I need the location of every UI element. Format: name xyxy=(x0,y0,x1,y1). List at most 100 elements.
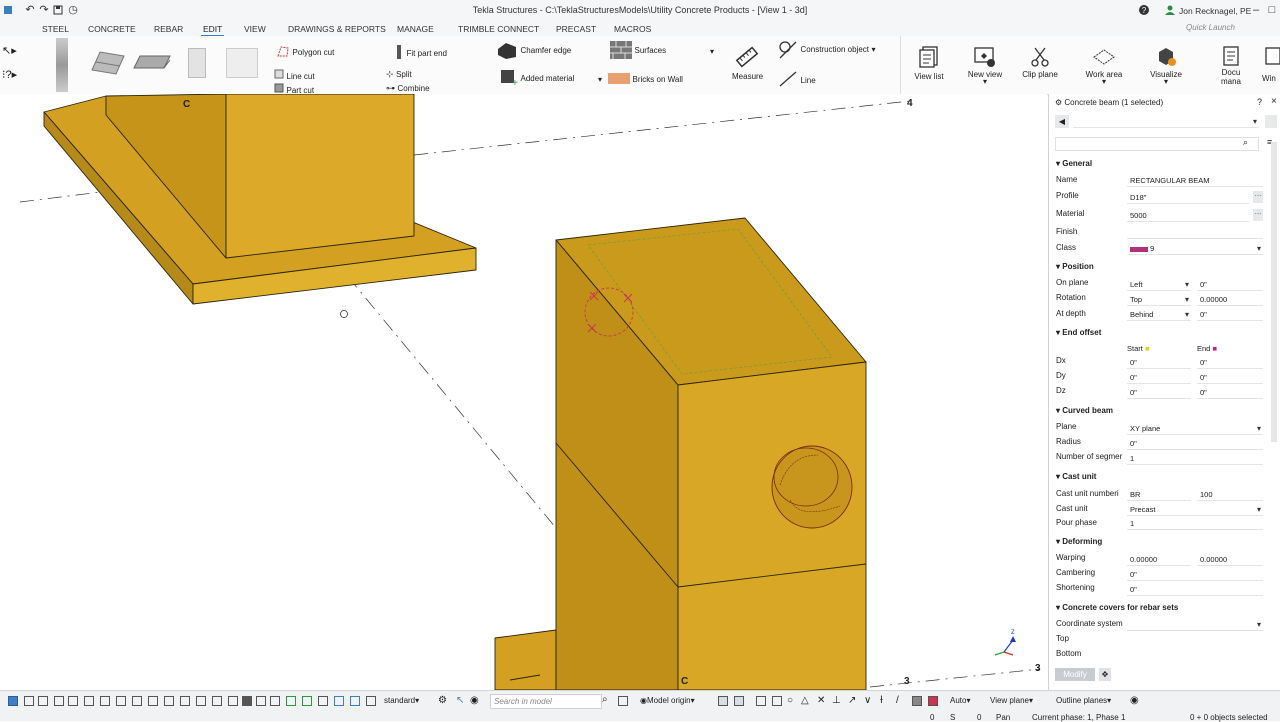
select-bolts-icon[interactable] xyxy=(148,696,158,706)
minimize-icon[interactable]: – xyxy=(1250,4,1262,16)
concrete-footing-part[interactable] xyxy=(43,94,477,305)
warping-end-field[interactable]: 0.00000 xyxy=(1197,554,1263,566)
select-components-icon[interactable] xyxy=(38,696,48,706)
section-general[interactable]: ▾ General xyxy=(1056,159,1092,168)
component-thumb-2-icon[interactable] xyxy=(132,50,172,74)
tab-concrete[interactable]: CONCRETE xyxy=(88,24,136,34)
model-origin-dropdown[interactable]: ◉Model origin▾ xyxy=(640,696,695,705)
panel-scrollbar[interactable] xyxy=(1271,142,1277,442)
select-construction-icon[interactable] xyxy=(228,696,238,706)
close-icon[interactable]: × xyxy=(1271,96,1277,107)
dz-end-field[interactable]: 0" xyxy=(1197,387,1263,399)
added-material-button[interactable]: + Added material xyxy=(500,69,574,89)
outline-planes-dropdown[interactable]: Outline planes▾ xyxy=(1056,696,1111,705)
on-plane-dropdown[interactable]: Left xyxy=(1127,279,1191,291)
zoom-selected-icon[interactable] xyxy=(618,696,628,706)
added-material-dropdown-icon[interactable]: ▾ xyxy=(598,75,602,84)
snap-record-icon[interactable] xyxy=(928,696,938,706)
snap-box-icon[interactable] xyxy=(756,696,766,706)
dy-start-field[interactable]: 0" xyxy=(1127,372,1191,384)
view-plane-icon[interactable] xyxy=(734,696,744,706)
select-all-icon[interactable] xyxy=(8,696,18,706)
pipe-sleeve-part[interactable] xyxy=(771,445,853,529)
new-view-button[interactable]: New view ▾ xyxy=(964,46,1006,86)
search-icon[interactable]: ⌕ xyxy=(602,694,608,705)
snap-endpoints-icon[interactable] xyxy=(318,696,328,706)
line-cut-button[interactable]: Line cut xyxy=(274,69,315,81)
snap-circle-icon[interactable]: ○ xyxy=(787,695,793,706)
select-filter-icon[interactable] xyxy=(242,696,252,706)
select-cuts-icon[interactable] xyxy=(116,696,126,706)
name-field[interactable]: RECTANGULAR BEAM xyxy=(1127,175,1263,187)
section-end-offset[interactable]: ▾ End offset xyxy=(1056,328,1101,337)
snap-midpoints-icon[interactable] xyxy=(334,696,344,706)
snap-nearest-point-icon[interactable]: ↗ xyxy=(848,695,856,706)
bricks-on-wall-button[interactable]: Bricks on Wall xyxy=(608,73,683,86)
save-settings-icon[interactable] xyxy=(1265,115,1277,128)
polygon-cut-button[interactable]: Polygon cut xyxy=(276,44,334,60)
tab-drawings-reports[interactable]: DRAWINGS & REPORTS xyxy=(288,24,386,34)
pick-icon[interactable]: ✥ xyxy=(1099,668,1111,681)
measure-button[interactable]: Measure xyxy=(732,44,763,81)
component-thumb-4-icon[interactable] xyxy=(226,48,258,78)
snap-x-icon[interactable]: ✕ xyxy=(817,695,825,706)
select-reference-icon[interactable] xyxy=(180,696,190,706)
at-depth-dropdown[interactable]: Behind xyxy=(1127,309,1191,321)
split-button[interactable]: ⊹ Split xyxy=(386,69,412,80)
snap-edges-icon[interactable] xyxy=(270,696,280,706)
windows-button[interactable]: Win xyxy=(1262,46,1280,83)
select-pour-icon[interactable] xyxy=(212,696,222,706)
rotation-dropdown[interactable]: Top xyxy=(1127,294,1191,306)
dz-start-field[interactable]: 0" xyxy=(1127,387,1191,399)
view-setting-dropdown[interactable]: standard▾ xyxy=(384,696,419,705)
document-manager-button[interactable]: Docu mana xyxy=(1214,46,1248,86)
warping-start-field[interactable]: 0.00000 xyxy=(1127,554,1191,566)
material-browse-button[interactable]: … xyxy=(1253,209,1263,221)
snap-more-icon[interactable]: ∨ xyxy=(864,695,871,706)
tab-steel[interactable]: STEEL xyxy=(42,24,69,34)
surfaces-button[interactable]: Surfaces xyxy=(610,41,666,61)
restore-icon[interactable]: □ xyxy=(1266,4,1278,16)
snap-tool-icon[interactable]: ⁝?▸ xyxy=(2,68,17,81)
section-deforming[interactable]: ▾ Deforming xyxy=(1056,537,1102,546)
component-thumb-3-icon[interactable] xyxy=(188,48,206,78)
search-in-model-input[interactable]: Search in model xyxy=(490,694,602,709)
snap-intersections-icon[interactable] xyxy=(350,696,360,706)
work-plane-icon[interactable] xyxy=(718,696,728,706)
combine-button[interactable]: ⊶ Combine xyxy=(386,83,430,94)
component-catalog-icon[interactable] xyxy=(56,38,68,92)
quick-launch-input[interactable]: Quick Launch xyxy=(1186,23,1276,34)
snap-square-icon[interactable] xyxy=(772,696,782,706)
view-plane-dropdown[interactable]: View plane▾ xyxy=(990,696,1033,705)
section-cast-unit[interactable]: ▾ Cast unit xyxy=(1056,472,1096,481)
snap-free-icon[interactable]: / xyxy=(896,695,899,706)
fit-part-end-button[interactable]: Fit part end xyxy=(394,44,447,62)
help-icon[interactable]: ? xyxy=(1138,4,1150,16)
select-rebars-icon[interactable] xyxy=(132,696,142,706)
cambering-field[interactable]: 0" xyxy=(1127,569,1263,581)
snap-lines-icon[interactable] xyxy=(256,696,266,706)
model-view-3d[interactable]: C 4 C 3 3 Z xyxy=(0,94,1047,690)
tab-manage[interactable]: MANAGE xyxy=(397,24,434,34)
class-dropdown[interactable]: 9 xyxy=(1127,243,1263,255)
section-curved-beam[interactable]: ▾ Curved beam xyxy=(1056,406,1113,415)
auto-dropdown[interactable]: Auto▾ xyxy=(950,696,970,705)
profile-browse-button[interactable]: … xyxy=(1253,191,1263,203)
select-mode-icon[interactable]: ↖ xyxy=(456,695,464,706)
visibility-toggle-icon[interactable]: ◉ xyxy=(1130,695,1139,706)
snap-reference-icon[interactable] xyxy=(286,696,296,706)
model-canvas[interactable]: C 4 C 3 3 Z xyxy=(0,94,1047,690)
select-views-icon[interactable] xyxy=(164,696,174,706)
snap-nearest-icon[interactable] xyxy=(366,696,376,706)
section-concrete-covers[interactable]: ▾ Concrete covers for rebar sets xyxy=(1056,603,1178,612)
back-button[interactable]: ◀ xyxy=(1055,115,1069,128)
cast-unit-prefix-field[interactable]: BR xyxy=(1127,489,1191,501)
radius-field[interactable]: 0" xyxy=(1127,438,1263,450)
section-position[interactable]: ▾ Position xyxy=(1056,262,1094,271)
clip-plane-button[interactable]: Clip plane xyxy=(1018,46,1062,79)
cast-unit-start-number-field[interactable]: 100 xyxy=(1197,489,1263,501)
visibility-icon[interactable]: ◉ xyxy=(470,695,479,706)
snap-geometry-icon[interactable] xyxy=(302,696,312,706)
gear-icon[interactable]: ⚙ xyxy=(1055,98,1062,107)
construction-object-button[interactable]: Construction object ▾ xyxy=(778,40,876,62)
